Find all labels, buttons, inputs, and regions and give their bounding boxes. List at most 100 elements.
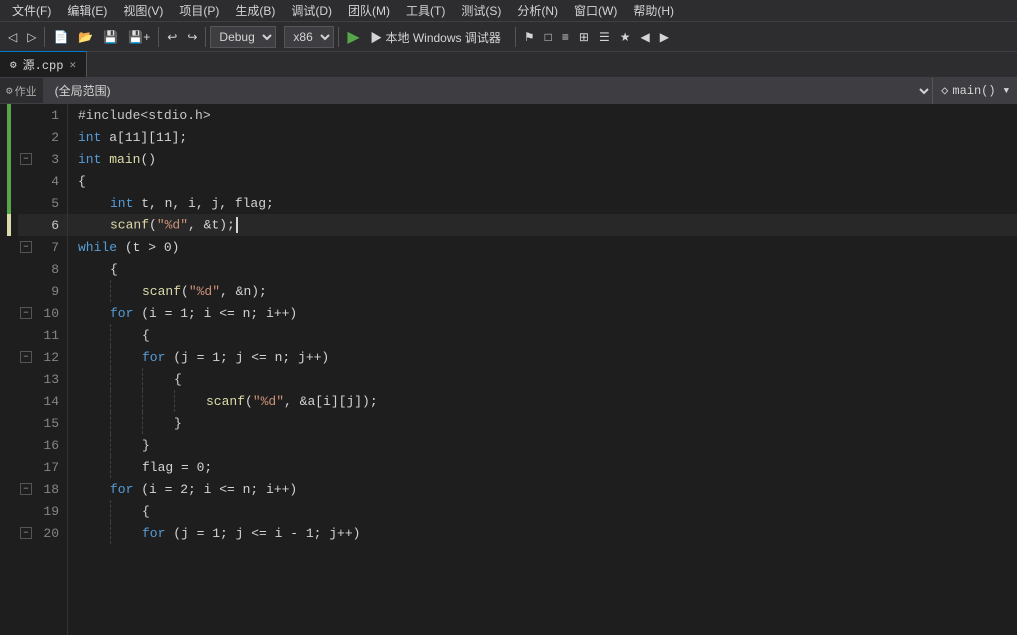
code-line: int main() [68, 148, 1017, 170]
code-tokens: int t, n, i, j, flag; [110, 196, 274, 211]
toolbar-undo-btn[interactable]: ↩ [163, 26, 181, 48]
line-number: −18 [18, 478, 67, 500]
code-token: } [174, 416, 182, 431]
menu-item[interactable]: 视图(V) [115, 0, 171, 21]
toolbar-sep4 [338, 27, 339, 47]
margin-row [0, 368, 18, 390]
menu-item[interactable]: 团队(M) [340, 0, 398, 21]
toolbar-save-all-btn[interactable]: 💾+ [124, 26, 154, 48]
code-line: { [68, 170, 1017, 192]
line-numbers: 12−3456−789−1011−121314151617−1819−20 [18, 104, 68, 635]
code-token: main [109, 152, 140, 167]
indent-guide [78, 192, 110, 214]
toolbar-sep3 [205, 27, 206, 47]
toolbar-forward-btn[interactable]: ▷ [23, 26, 40, 48]
code-tokens: { [110, 262, 118, 277]
collapse-button[interactable]: − [20, 351, 32, 363]
code-line: int a[11][11]; [68, 126, 1017, 148]
collapse-button[interactable]: − [20, 307, 32, 319]
tab-label: 源.cpp [23, 56, 64, 73]
toolbar-open-btn[interactable]: 📂 [74, 26, 97, 48]
menu-item[interactable]: 编辑(E) [59, 0, 115, 21]
code-tokens: { [142, 328, 150, 343]
code-tokens: for (i = 1; i <= n; i++) [110, 306, 297, 321]
code-token: "%d" [253, 394, 284, 409]
toolbar-btn-extra7[interactable]: ◀ [636, 26, 653, 48]
green-indicator [7, 126, 11, 148]
toolbar-btn-extra6[interactable]: ★ [616, 26, 635, 48]
code-token: for [142, 350, 165, 365]
menu-item[interactable]: 分析(N) [509, 0, 566, 21]
line-number: −10 [18, 302, 67, 324]
code-line: flag = 0; [68, 456, 1017, 478]
line-number: −3 [18, 148, 67, 170]
indent-guide [78, 456, 110, 478]
code-tokens: } [174, 416, 182, 431]
collapse-button[interactable]: − [20, 241, 32, 253]
scope-dropdown[interactable]: (全局范围) [43, 78, 934, 104]
toolbar-btn-extra8[interactable]: ▶ [656, 26, 673, 48]
indent-guide [110, 456, 142, 478]
code-token: "%d" [189, 284, 220, 299]
nav-icon: ⚙ [6, 84, 13, 98]
left-margin [0, 104, 18, 635]
code-line: for (j = 1; j <= n; j++) [68, 346, 1017, 368]
menu-item[interactable]: 帮助(H) [625, 0, 682, 21]
indent-guide [110, 368, 142, 390]
code-token: (i = 1; i <= n; i++) [133, 306, 297, 321]
code-tokens: scanf("%d", &a[i][j]); [206, 394, 378, 409]
menu-item[interactable]: 窗口(W) [566, 0, 625, 21]
collapse-button[interactable]: − [20, 527, 32, 539]
platform-dropdown[interactable]: x86 [284, 26, 334, 48]
nav-bar: ⚙ 作业 (全局范围) ◇ main() ▼ [0, 78, 1017, 104]
indent-guide [110, 324, 142, 346]
toolbar-sep2 [158, 27, 159, 47]
code-token: { [78, 174, 86, 189]
toolbar-new-btn[interactable]: 📄 [49, 26, 72, 48]
toolbar-back-btn[interactable]: ◁ [4, 26, 21, 48]
func-label: main() [952, 84, 995, 98]
tab-close-button[interactable]: ✕ [69, 58, 76, 72]
indent-guide [110, 434, 142, 456]
collapse-button[interactable]: − [20, 153, 32, 165]
code-token: scanf [110, 217, 149, 232]
code-line: scanf("%d", &t); [68, 214, 1017, 236]
indent-guide [78, 434, 110, 456]
indent-guide [142, 390, 174, 412]
menu-item[interactable]: 测试(S) [453, 0, 509, 21]
yellow-indicator [7, 214, 11, 236]
toolbar-btn-extra2[interactable]: □ [541, 26, 556, 48]
toolbar-btn-extra5[interactable]: ☰ [595, 26, 614, 48]
menu-item[interactable]: 项目(P) [171, 0, 227, 21]
code-token: while [78, 240, 117, 255]
debug-config-dropdown[interactable]: Debug [210, 26, 276, 48]
collapse-button[interactable]: − [20, 483, 32, 495]
toolbar-btn-extra3[interactable]: ≡ [558, 26, 573, 48]
code-tokens: #include<stdio.h> [78, 108, 211, 123]
toolbar-redo-btn[interactable]: ↪ [183, 26, 201, 48]
toolbar-btn-extra4[interactable]: ⊞ [575, 26, 593, 48]
menu-item[interactable]: 生成(B) [227, 0, 283, 21]
menu-item[interactable]: 调试(D) [283, 0, 340, 21]
menu-item[interactable]: 文件(F) [4, 0, 59, 21]
line-number: 11 [18, 324, 67, 346]
code-token: #include<stdio.h> [78, 108, 211, 123]
menu-item[interactable]: 工具(T) [398, 0, 453, 21]
function-dropdown[interactable]: ◇ main() ▼ [933, 78, 1017, 104]
toolbar-save-btn[interactable]: 💾 [99, 26, 122, 48]
margin-row [0, 280, 18, 302]
func-icon: ◇ [941, 83, 948, 98]
margin-row [0, 456, 18, 478]
run-debugger-button[interactable]: ▶ ▶ 本地 Windows 调试器 [343, 27, 510, 47]
margin-row [0, 346, 18, 368]
tab-source-cpp[interactable]: ⚙ 源.cpp ✕ [0, 51, 87, 77]
toolbar-btn-extra1[interactable]: ⚑ [520, 26, 539, 48]
code-token: (t > 0) [117, 240, 179, 255]
toolbar: ◁ ▷ 📄 📂 💾 💾+ ↩ ↪ Debug x86 ▶ ▶ 本地 Window… [0, 22, 1017, 52]
code-token: for [110, 482, 133, 497]
code-token: (i = 2; i <= n; i++) [133, 482, 297, 497]
code-area[interactable]: #include<stdio.h> int a[11][11];int main(… [68, 104, 1017, 635]
code-tokens: scanf("%d", &n); [142, 284, 267, 299]
indent-guide [78, 258, 110, 280]
indent-guide [110, 280, 142, 302]
